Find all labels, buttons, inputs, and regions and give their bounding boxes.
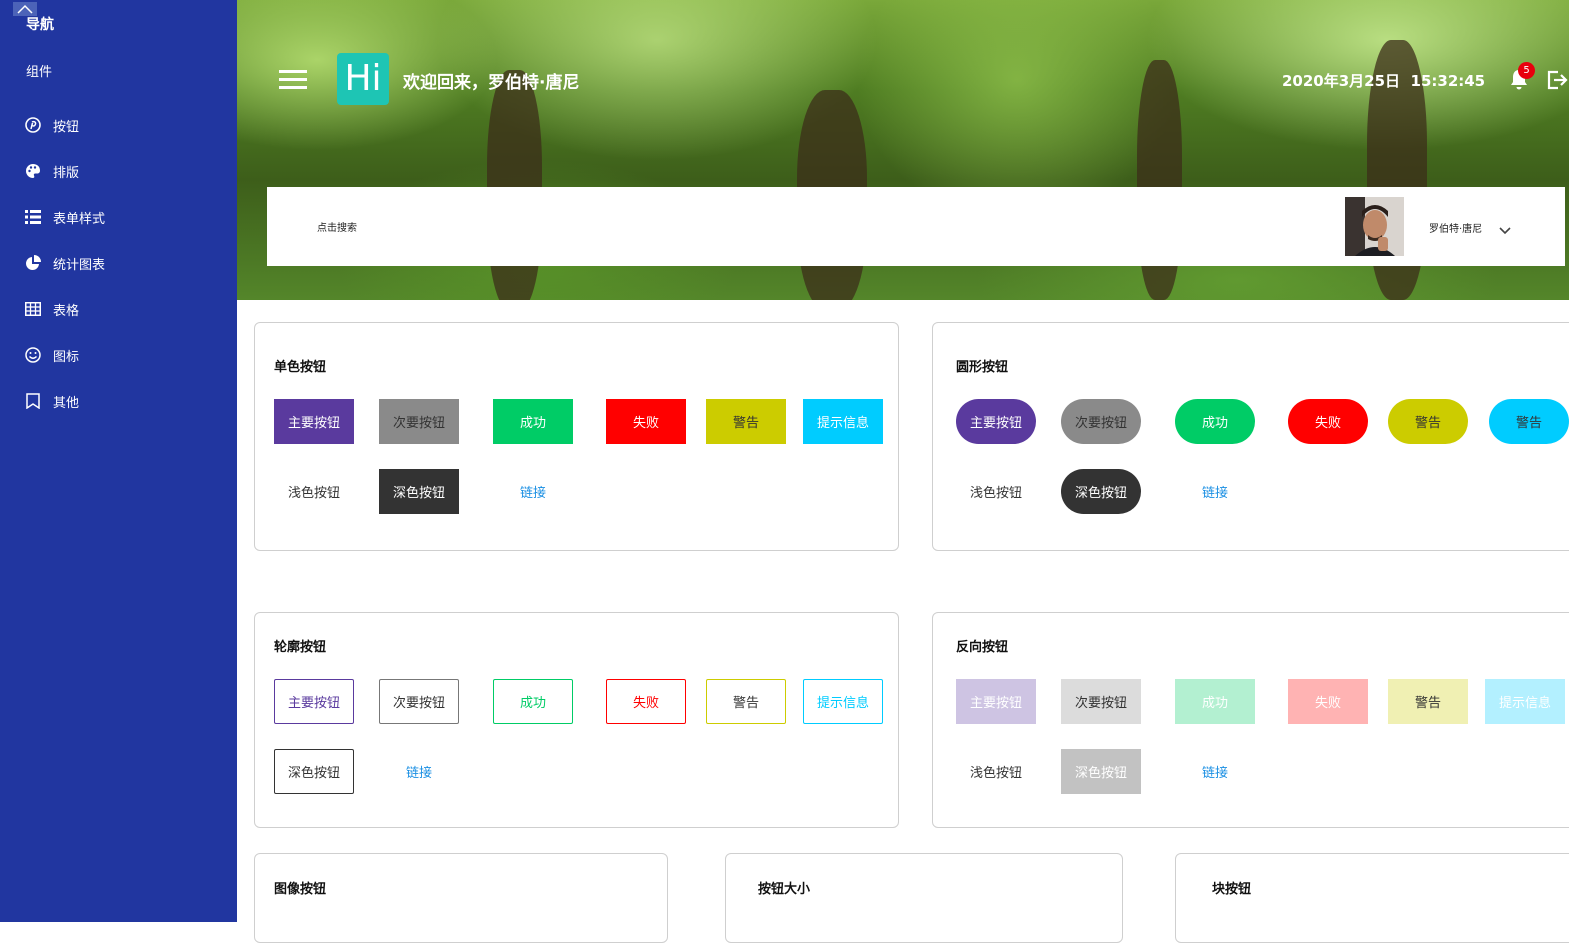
- menu-toggle-button[interactable]: [279, 70, 307, 90]
- danger-inverse-button[interactable]: 失败: [1288, 679, 1368, 724]
- user-name: 罗伯特·唐尼: [1429, 224, 1483, 235]
- app-logo: Hi: [337, 53, 389, 105]
- primary-inverse-button[interactable]: 主要按钮: [956, 679, 1036, 724]
- sidebar-item-charts[interactable]: 统计图表: [24, 253, 105, 273]
- nav-title: 导航: [26, 17, 54, 33]
- dark-round-button[interactable]: 深色按钮: [1061, 469, 1141, 514]
- card-title: 反向按钮: [956, 640, 1009, 655]
- bookmark-icon: [24, 392, 42, 410]
- sidebar-item-buttons[interactable]: 按钮: [24, 115, 79, 135]
- link-button[interactable]: 链接: [1175, 469, 1255, 514]
- dark-outline-button[interactable]: 深色按钮: [274, 749, 354, 794]
- avatar[interactable]: [1345, 197, 1404, 256]
- sidebar-item-form-styles[interactable]: 表单样式: [24, 207, 105, 227]
- sidebar-item-typography[interactable]: 排版: [24, 161, 79, 181]
- logout-icon[interactable]: [1546, 68, 1568, 92]
- card-title: 图像按钮: [274, 882, 327, 897]
- list-icon: [24, 208, 42, 226]
- card-solid-buttons: 单色按钮 主要按钮 次要按钮 成功 失败 警告 提示信息 浅色按钮 深色按钮 链…: [254, 322, 899, 551]
- card-title: 轮廓按钮: [274, 640, 327, 655]
- card-title: 单色按钮: [274, 360, 327, 375]
- smile-icon: [24, 346, 42, 364]
- nav-section-label: 组件: [26, 65, 53, 80]
- warning-outline-button[interactable]: 警告: [706, 679, 786, 724]
- card-inverse-buttons: 反向按钮 主要按钮 次要按钮 成功 失败 警告 提示信息 浅色按钮 深色按钮 链…: [932, 612, 1569, 828]
- success-round-button[interactable]: 成功: [1175, 399, 1255, 444]
- palette-icon: [24, 162, 42, 180]
- card-button-sizes: 按钮大小: [725, 853, 1123, 943]
- warning-round-button[interactable]: 警告: [1388, 399, 1468, 444]
- light-round-button[interactable]: 浅色按钮: [956, 469, 1036, 514]
- pie-chart-icon: [24, 254, 42, 272]
- dark-button[interactable]: 深色按钮: [379, 469, 459, 514]
- primary-outline-button[interactable]: 主要按钮: [274, 679, 354, 724]
- pinterest-icon: [24, 116, 42, 134]
- info-round-button[interactable]: 警告: [1489, 399, 1569, 444]
- success-outline-button[interactable]: 成功: [493, 679, 573, 724]
- notification-badge: 5: [1518, 62, 1535, 79]
- link-button[interactable]: 链接: [379, 749, 459, 794]
- success-inverse-button[interactable]: 成功: [1175, 679, 1255, 724]
- header-banner: Hi 欢迎回来，罗伯特·唐尼 2020年3月25日 15:32:45 5 点击搜…: [237, 0, 1569, 300]
- sidebar-item-label: 表格: [53, 303, 80, 319]
- secondary-button[interactable]: 次要按钮: [379, 399, 459, 444]
- light-button[interactable]: 浅色按钮: [274, 469, 354, 514]
- datetime-display: 2020年3月25日 15:32:45: [1282, 72, 1486, 90]
- danger-outline-button[interactable]: 失败: [606, 679, 686, 724]
- sidebar-item-icons[interactable]: 图标: [24, 345, 79, 365]
- card-title: 按钮大小: [758, 882, 811, 897]
- link-button[interactable]: 链接: [493, 469, 573, 514]
- info-inverse-button[interactable]: 提示信息: [1485, 679, 1565, 724]
- sidebar-item-label: 统计图表: [53, 257, 106, 273]
- card-title: 圆形按钮: [956, 360, 1009, 375]
- sidebar-item-label: 图标: [53, 349, 80, 365]
- welcome-message: 欢迎回来，罗伯特·唐尼: [403, 73, 580, 93]
- search-input[interactable]: 点击搜索: [317, 219, 357, 234]
- sidebar-item-tables[interactable]: 表格: [24, 299, 79, 319]
- primary-round-button[interactable]: 主要按钮: [956, 399, 1036, 444]
- card-block-buttons: 块按钮: [1175, 853, 1569, 943]
- card-image-buttons: 图像按钮: [254, 853, 668, 943]
- dark-inverse-button[interactable]: 深色按钮: [1061, 749, 1141, 794]
- warning-inverse-button[interactable]: 警告: [1388, 679, 1468, 724]
- sidebar-item-label: 按钮: [53, 119, 80, 135]
- search-bar: 点击搜索 罗伯特·唐尼: [267, 187, 1565, 266]
- sidebar-item-other[interactable]: 其他: [24, 391, 79, 411]
- secondary-inverse-button[interactable]: 次要按钮: [1061, 679, 1141, 724]
- sidebar-item-label: 其他: [53, 395, 80, 411]
- warning-button[interactable]: 警告: [706, 399, 786, 444]
- sidebar: 导航 组件 按钮 排版 表单样式 统计图表 表格 图标 其他: [0, 0, 237, 922]
- sidebar-item-label: 排版: [53, 165, 80, 181]
- table-icon: [24, 300, 42, 318]
- primary-button[interactable]: 主要按钮: [274, 399, 354, 444]
- info-button[interactable]: 提示信息: [803, 399, 883, 444]
- link-button[interactable]: 链接: [1175, 749, 1255, 794]
- card-outline-buttons: 轮廓按钮 主要按钮 次要按钮 成功 失败 警告 提示信息 深色按钮 链接: [254, 612, 899, 828]
- secondary-outline-button[interactable]: 次要按钮: [379, 679, 459, 724]
- success-button[interactable]: 成功: [493, 399, 573, 444]
- light-inverse-button[interactable]: 浅色按钮: [956, 749, 1036, 794]
- sidebar-item-label: 表单样式: [53, 211, 106, 227]
- danger-round-button[interactable]: 失败: [1288, 399, 1368, 444]
- danger-button[interactable]: 失败: [606, 399, 686, 444]
- chevron-down-icon[interactable]: [1498, 221, 1512, 240]
- card-round-buttons: 圆形按钮 主要按钮 次要按钮 成功 失败 警告 警告 浅色按钮 深色按钮 链接: [932, 322, 1569, 551]
- info-outline-button[interactable]: 提示信息: [803, 679, 883, 724]
- secondary-round-button[interactable]: 次要按钮: [1061, 399, 1141, 444]
- card-title: 块按钮: [1212, 882, 1252, 897]
